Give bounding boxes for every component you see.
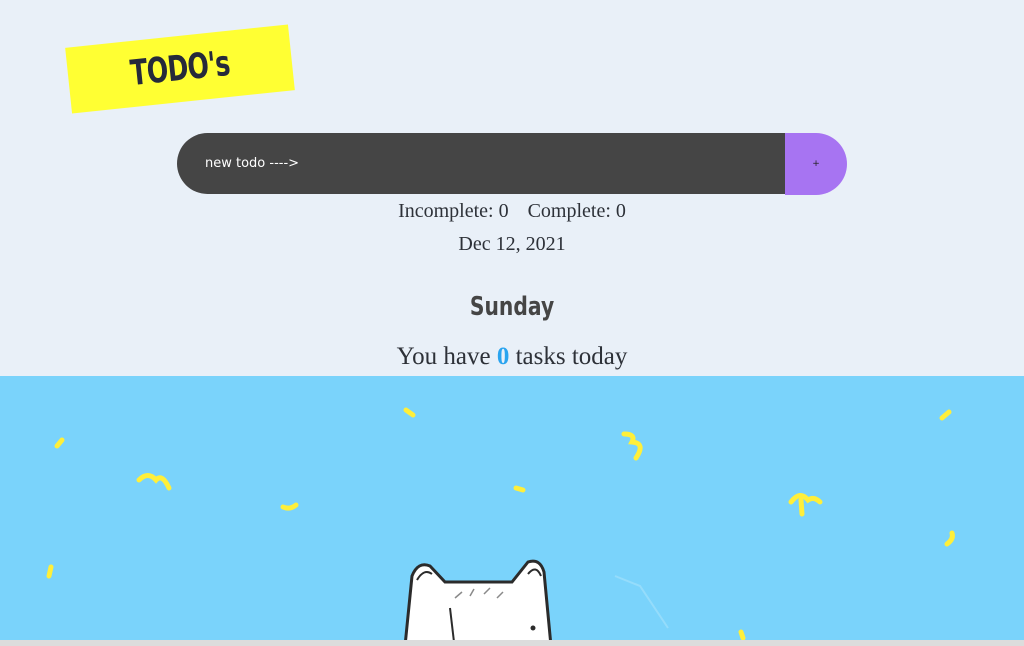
complete-label: Complete: bbox=[527, 200, 611, 222]
confetti-piece bbox=[513, 485, 526, 493]
todo-form: + bbox=[177, 133, 847, 195]
weekday-text: Sunday bbox=[469, 292, 555, 322]
confetti-piece bbox=[46, 564, 54, 579]
tasks-summary-prefix: You have bbox=[396, 343, 491, 370]
confetti-piece bbox=[788, 493, 823, 517]
confetti-piece bbox=[136, 473, 172, 491]
tasks-summary: You have 0 tasks today bbox=[0, 343, 1024, 371]
complete-count: 0 bbox=[615, 200, 626, 222]
bottom-scrollbar-track bbox=[0, 640, 1024, 646]
confetti-piece bbox=[939, 409, 952, 421]
confetti-piece bbox=[944, 530, 955, 547]
cat-head bbox=[404, 559, 552, 640]
celebration-illustration bbox=[0, 376, 1024, 640]
cat-eye bbox=[530, 625, 536, 631]
new-todo-input[interactable] bbox=[177, 133, 785, 194]
logo-text: TODO's bbox=[128, 43, 232, 95]
confetti-piece bbox=[621, 431, 643, 461]
confetti-piece bbox=[403, 407, 416, 418]
confetti-piece bbox=[54, 437, 65, 449]
confetti-cat-graphic bbox=[46, 407, 955, 640]
weekday-heading: Sunday bbox=[0, 292, 1024, 322]
confetti-piece bbox=[738, 629, 746, 640]
current-date: Dec 12, 2021 bbox=[458, 233, 566, 255]
incomplete-count: 0 bbox=[498, 200, 509, 222]
app-logo: TODO's bbox=[65, 24, 295, 114]
add-todo-button[interactable]: + bbox=[785, 133, 847, 195]
tasks-summary-suffix: tasks today bbox=[515, 343, 628, 370]
tasks-today-count: 0 bbox=[496, 343, 510, 370]
faint-sketch-lines bbox=[614, 575, 669, 629]
task-stats: Incomplete: 0 Complete: 0 bbox=[0, 200, 1024, 223]
confetti-piece bbox=[280, 502, 299, 511]
incomplete-label: Incomplete: bbox=[398, 200, 494, 222]
